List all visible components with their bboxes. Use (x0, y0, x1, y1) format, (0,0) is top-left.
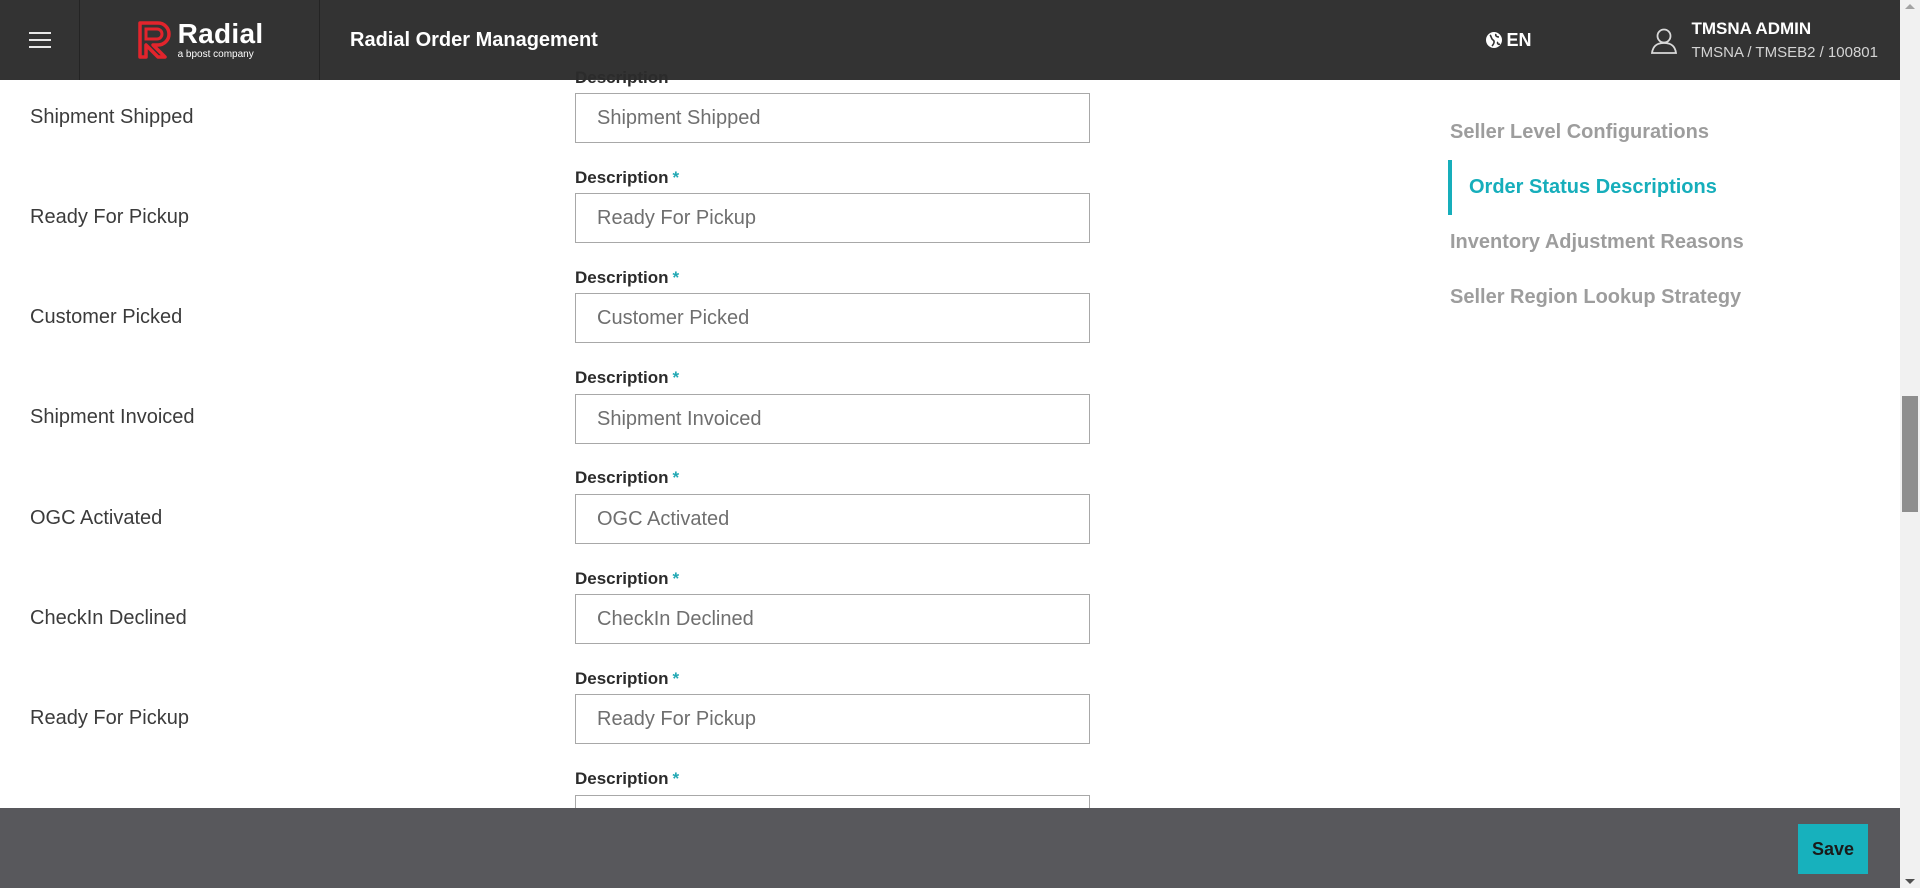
description-label: Description * (575, 468, 680, 487)
description-input[interactable] (575, 594, 1090, 644)
scroll-up-arrow-icon[interactable] (1905, 4, 1915, 9)
required-asterisk: * (672, 168, 680, 187)
status-name: Customer Picked (30, 306, 183, 328)
description-input[interactable] (575, 394, 1090, 444)
description-input[interactable] (575, 694, 1090, 744)
description-label: Description * (575, 569, 680, 588)
hamburger-menu-icon[interactable] (0, 0, 80, 80)
description-label: Description * (575, 769, 680, 788)
radial-logo-icon (137, 21, 171, 59)
status-name: CheckIn Declined (30, 607, 187, 629)
user-menu[interactable]: TMSNA ADMIN TMSNA / TMSEB2 / 100801 (1650, 19, 1878, 61)
app-header: Radial a bpost company Radial Order Mana… (0, 0, 1900, 80)
page-scrollbar[interactable] (1900, 0, 1920, 888)
settings-side-nav: Seller Level Configurations Order Status… (1448, 105, 1868, 325)
status-name: Shipment Invoiced (30, 406, 195, 428)
nav-item-order-status-descriptions[interactable]: Order Status Descriptions (1448, 160, 1868, 215)
status-name: Ready For Pickup (30, 707, 189, 729)
description-input[interactable] (575, 293, 1090, 343)
required-asterisk: * (672, 669, 680, 688)
user-icon (1650, 28, 1677, 54)
required-asterisk: * (672, 468, 680, 487)
scrollbar-thumb[interactable] (1902, 396, 1918, 512)
required-asterisk: * (672, 569, 680, 588)
nav-item-seller-level-configurations[interactable]: Seller Level Configurations (1448, 105, 1868, 160)
description-label: Description (575, 68, 669, 87)
description-label: Description * (575, 669, 680, 688)
description-input[interactable] (575, 93, 1090, 143)
required-asterisk: * (672, 368, 680, 387)
action-footer: Save (0, 808, 1900, 888)
required-asterisk: * (672, 769, 680, 788)
description-label: Description * (575, 368, 680, 387)
description-label: Description * (575, 168, 680, 187)
description-input[interactable] (575, 193, 1090, 243)
status-name: OGC Activated (30, 507, 163, 529)
logo-tagline: a bpost company (177, 49, 254, 60)
globe-icon (1485, 32, 1502, 48)
status-name: Shipment Shipped (30, 106, 194, 128)
app-title: Radial Order Management (350, 28, 598, 51)
user-name: TMSNA ADMIN (1691, 19, 1812, 38)
language-label: EN (1506, 29, 1532, 50)
save-button[interactable]: Save (1798, 824, 1868, 874)
radial-logo[interactable]: Radial a bpost company (80, 0, 320, 80)
nav-item-inventory-adjustment-reasons[interactable]: Inventory Adjustment Reasons (1448, 215, 1868, 270)
description-label: Description * (575, 268, 680, 287)
description-input[interactable] (575, 494, 1090, 544)
logo-name: Radial (177, 18, 264, 49)
required-asterisk: * (672, 268, 680, 287)
scroll-down-arrow-icon[interactable] (1905, 879, 1915, 884)
language-selector[interactable]: EN (1485, 30, 1532, 51)
user-org-path: TMSNA / TMSEB2 / 100801 (1691, 44, 1878, 61)
nav-item-seller-region-lookup-strategy[interactable]: Seller Region Lookup Strategy (1448, 270, 1868, 325)
status-name: Ready For Pickup (30, 206, 189, 228)
